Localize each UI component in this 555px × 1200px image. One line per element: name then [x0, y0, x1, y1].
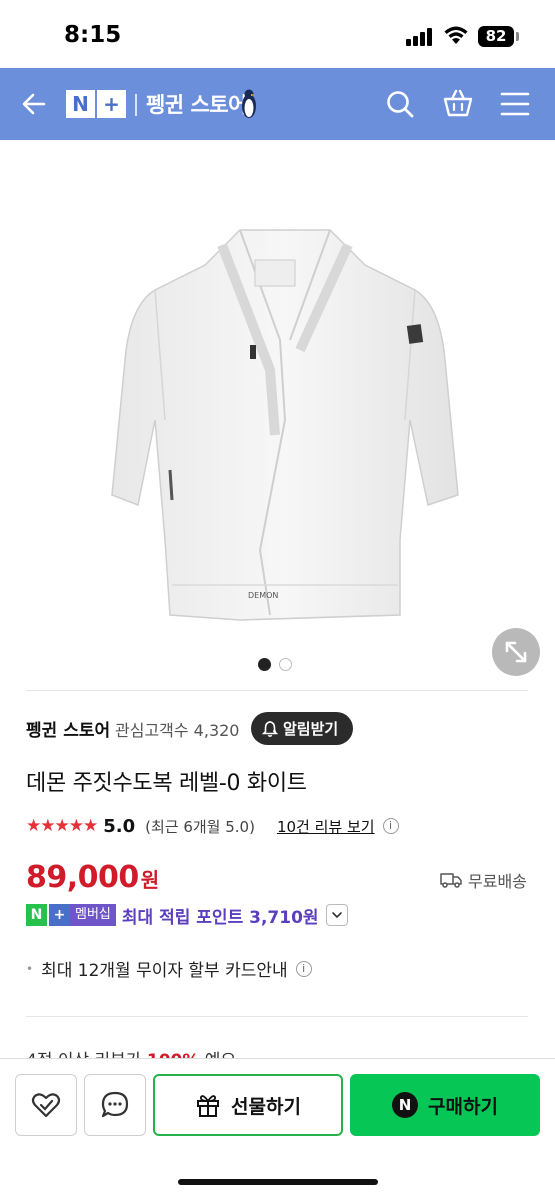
free-shipping: 무료배송 [440, 868, 527, 892]
gift-button[interactable]: 선물하기 [153, 1074, 343, 1136]
status-bar: 8:15 82 [0, 0, 555, 68]
alarm-label: 알림받기 [283, 720, 339, 738]
installment-text: 최대 12개월 무이자 할부 카드안내 [41, 961, 288, 981]
product-title: 데몬 주짓수도복 레벨-0 화이트 [26, 771, 307, 796]
membership-badge: 멤버십 [70, 904, 116, 926]
gift-label: 선물하기 [231, 1095, 301, 1118]
alarm-subscribe-button[interactable]: 알림받기 [251, 712, 353, 745]
product-photo: DEMON [111, 229, 459, 621]
info-icon[interactable]: i [382, 818, 399, 834]
header-divider [135, 94, 137, 116]
penguin-icon [242, 89, 256, 118]
rating-row: ★★★★★ 5.0 (최근 6개월 5.0) 10건 리뷰 보기 i [26, 814, 399, 838]
rating-score: 5.0 [103, 815, 136, 837]
expand-arrows-icon [505, 641, 527, 663]
divider [26, 1016, 528, 1017]
nplus-logo[interactable]: N + [66, 90, 126, 118]
nplus-badge: N + [26, 904, 70, 926]
chevron-down-icon [331, 912, 342, 919]
pagination-dot[interactable] [279, 658, 292, 671]
product-image-gallery[interactable]: DEMON [0, 140, 555, 685]
store-title[interactable]: 펭귄 스토어 [146, 89, 247, 119]
battery-tip [516, 32, 519, 41]
bell-icon [261, 720, 279, 737]
wishlist-button[interactable] [15, 1074, 77, 1136]
shopping-bag-icon[interactable] [442, 87, 474, 119]
home-indicator [178, 1179, 378, 1185]
battery-indicator: 82 [478, 26, 514, 47]
buy-label: 구매하기 [428, 1095, 498, 1118]
heart-check-icon [31, 1093, 61, 1118]
chat-bubble-icon [101, 1091, 129, 1118]
npay-icon: N [392, 1092, 419, 1118]
wifi-icon [444, 26, 468, 44]
logo-plus: + [97, 90, 126, 118]
bullet-icon: • [26, 961, 34, 976]
price-unit: 원 [140, 868, 160, 892]
bottom-action-bar: 선물하기 N 구매하기 [0, 1058, 555, 1200]
followers-count: 관심고객수 4,320 [115, 721, 240, 740]
installment-info[interactable]: • 최대 12개월 무이자 할부 카드안내 i [26, 956, 312, 981]
hamburger-menu-icon[interactable] [500, 90, 530, 118]
rating-recent: (최근 6개월 5.0) [145, 817, 255, 836]
price: 89,000 [26, 860, 139, 895]
store-name[interactable]: 펭귄 스토어 [26, 716, 110, 741]
gift-icon [197, 1095, 220, 1117]
expand-image-button[interactable] [492, 628, 540, 676]
truck-icon [440, 873, 462, 888]
search-icon[interactable] [384, 88, 416, 120]
gi-label: DEMON [248, 591, 278, 600]
buy-button[interactable]: N 구매하기 [350, 1074, 540, 1136]
price-row: 89,000 원 [26, 860, 159, 895]
gallery-pagination [258, 658, 292, 672]
talk-talk-button[interactable] [84, 1074, 146, 1136]
rating-stars: ★★★★★ [26, 816, 98, 836]
badge-plus: + [49, 904, 70, 926]
app-header: N + 펭귄 스토어 [0, 68, 555, 140]
arrow-left-icon[interactable] [18, 88, 50, 120]
divider [26, 690, 528, 691]
shipping-label: 무료배송 [468, 872, 527, 891]
review-link[interactable]: 10건 리뷰 보기 [277, 816, 375, 837]
expand-points-button[interactable] [325, 904, 348, 926]
cellular-signal-icon [406, 28, 436, 46]
status-time: 8:15 [64, 22, 122, 48]
points-text: 최대 적립 포인트 3,710원 [121, 907, 319, 928]
info-icon[interactable]: i [295, 960, 312, 977]
membership-points-row[interactable]: N + 멤버십 최대 적립 포인트 3,710원 [26, 903, 348, 928]
pagination-dot-active[interactable] [258, 658, 271, 671]
logo-n: N [66, 90, 95, 118]
badge-n: N [26, 904, 47, 926]
